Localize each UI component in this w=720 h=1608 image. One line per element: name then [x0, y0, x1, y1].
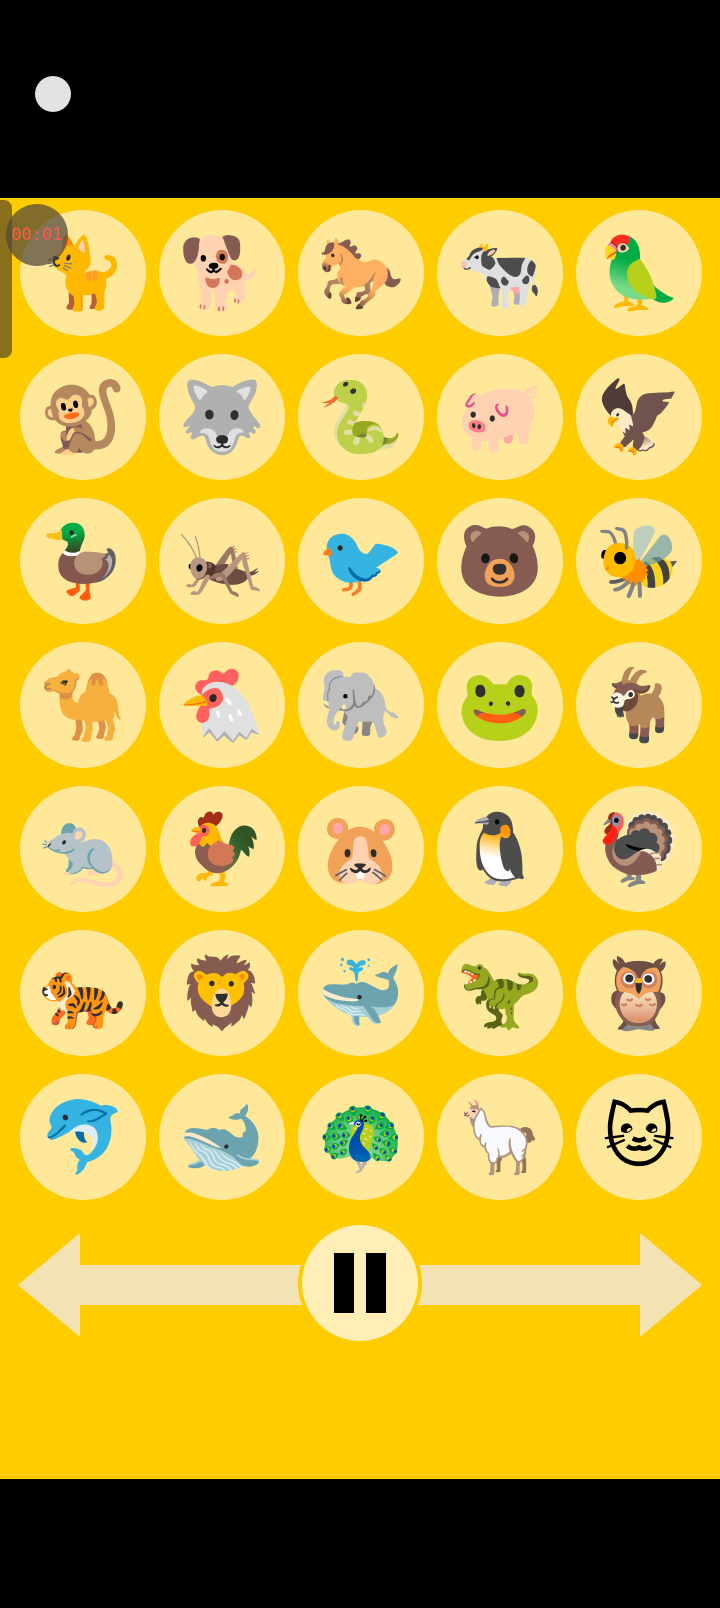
t-rex-icon: 🦖: [456, 952, 544, 1034]
animal-tile[interactable]: 🐻: [437, 498, 563, 624]
animal-tile[interactable]: 🐝: [576, 498, 702, 624]
horse-icon: 🐎: [317, 232, 405, 314]
arrow-left-icon[interactable]: [18, 1225, 318, 1345]
animal-tile[interactable]: 🐖: [437, 354, 563, 480]
animal-tile[interactable]: 🐹: [298, 786, 424, 912]
animal-tile[interactable]: 🐳: [298, 930, 424, 1056]
whale-icon: 🐳: [317, 952, 405, 1034]
duck-icon: 🦆: [39, 520, 127, 602]
animal-tile[interactable]: 🦜: [576, 210, 702, 336]
wolf-icon: 🐺: [178, 376, 266, 458]
cow-icon: 🐄: [456, 232, 544, 314]
monkey-icon: 🐒: [39, 376, 127, 458]
rat-icon: 🐀: [39, 808, 127, 890]
animal-tile[interactable]: 🐍: [298, 354, 424, 480]
animal-tile[interactable]: 🐕: [159, 210, 285, 336]
animal-tile[interactable]: 🐘: [298, 642, 424, 768]
animal-tile[interactable]: 🐧: [437, 786, 563, 912]
animal-tile[interactable]: 🦉: [576, 930, 702, 1056]
elephant-icon: 🐘: [317, 664, 405, 746]
spouting-whale-icon: 🐋: [178, 1096, 266, 1178]
animal-tile[interactable]: 🐦: [298, 498, 424, 624]
penguin-icon: 🐧: [456, 808, 544, 890]
animal-tile[interactable]: 🐄: [437, 210, 563, 336]
arrow-right-icon[interactable]: [402, 1225, 702, 1345]
camera-dot-icon: [35, 76, 71, 112]
animal-tile[interactable]: 🦅: [576, 354, 702, 480]
top-black-bar: [0, 0, 720, 198]
llama-icon: 🦙: [456, 1096, 544, 1178]
parrot-icon: 🦜: [595, 232, 683, 314]
controls-bar: [0, 1221, 720, 1345]
dolphin-icon: 🐬: [39, 1096, 127, 1178]
goat-icon: 🐐: [595, 664, 683, 746]
cricket-icon: 🦗: [178, 520, 266, 602]
pause-icon: [334, 1253, 354, 1313]
pause-button[interactable]: [298, 1221, 422, 1345]
turkey-icon: 🦃: [595, 808, 683, 890]
pig-icon: 🐖: [456, 376, 544, 458]
animal-tile[interactable]: 🐀: [20, 786, 146, 912]
animal-tile[interactable]: 🦚: [298, 1074, 424, 1200]
animal-grid: 🐈 🐕 🐎 🐄 🦜 🐒 🐺 🐍 🐖 🦅 🦆 🦗 🐦 🐻 🐝 🐪 🐔 🐘 🐸 🐐 🐀 🐓 🐹 🐧 🦃 🐅 🦁 🐳 🦖 🦉 🐬 🐋 🦚 🦙 🐱: [20, 210, 702, 1200]
cardinal-icon: 🐦: [317, 520, 405, 602]
owl-icon: 🦉: [595, 952, 683, 1034]
pause-icon: [366, 1253, 386, 1313]
animal-tile[interactable]: 🦆: [20, 498, 146, 624]
dog-icon: 🐕: [178, 232, 266, 314]
animal-tile[interactable]: 🐱: [576, 1074, 702, 1200]
bottom-black-bar: [0, 1479, 720, 1608]
animal-tile[interactable]: 🦗: [159, 498, 285, 624]
animal-tile[interactable]: 🐐: [576, 642, 702, 768]
animal-tile[interactable]: 🐎: [298, 210, 424, 336]
animal-tile[interactable]: 🐒: [20, 354, 146, 480]
animal-tile[interactable]: 🐓: [159, 786, 285, 912]
animal-tile[interactable]: 🐅: [20, 930, 146, 1056]
cat-face-icon: 🐱: [602, 1096, 676, 1178]
animal-tile[interactable]: 🦁: [159, 930, 285, 1056]
snake-icon: 🐍: [317, 376, 405, 458]
frog-icon: 🐸: [456, 664, 544, 746]
rooster-icon: 🐓: [178, 808, 266, 890]
animal-tile[interactable]: 🦙: [437, 1074, 563, 1200]
camel-icon: 🐪: [39, 664, 127, 746]
bear-icon: 🐻: [456, 520, 544, 602]
animal-tile[interactable]: 🐪: [20, 642, 146, 768]
timer-badge: 00:01: [6, 204, 68, 266]
eagle-icon: 🦅: [595, 376, 683, 458]
chicken-icon: 🐔: [178, 664, 266, 746]
animal-tile[interactable]: 🦖: [437, 930, 563, 1056]
lion-icon: 🦁: [178, 952, 266, 1034]
animal-tile[interactable]: 🐸: [437, 642, 563, 768]
animal-tile[interactable]: 🐋: [159, 1074, 285, 1200]
bee-icon: 🐝: [595, 520, 683, 602]
peacock-icon: 🦚: [317, 1096, 405, 1178]
animal-tile[interactable]: 🦃: [576, 786, 702, 912]
hamster-icon: 🐹: [317, 808, 405, 890]
animal-tile[interactable]: 🐬: [20, 1074, 146, 1200]
animal-tile[interactable]: 🐺: [159, 354, 285, 480]
animal-tile[interactable]: 🐔: [159, 642, 285, 768]
tiger-icon: 🐅: [39, 952, 127, 1034]
